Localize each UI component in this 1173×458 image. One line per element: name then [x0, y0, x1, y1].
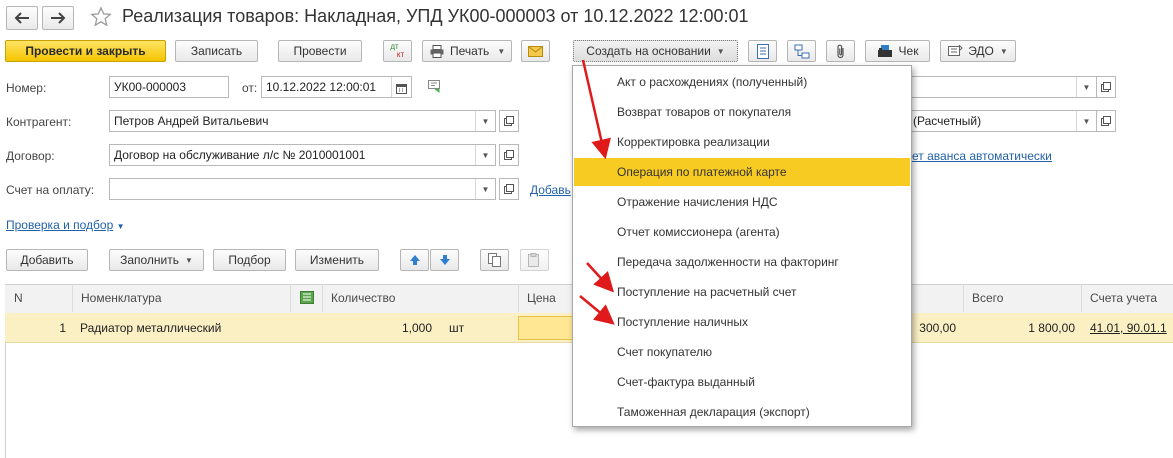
arrow-to-cash-receipt	[579, 295, 615, 325]
arrow-to-card-payment	[581, 59, 611, 160]
arrow-to-bank-receipt	[586, 262, 615, 293]
annotation-arrows	[579, 59, 615, 325]
